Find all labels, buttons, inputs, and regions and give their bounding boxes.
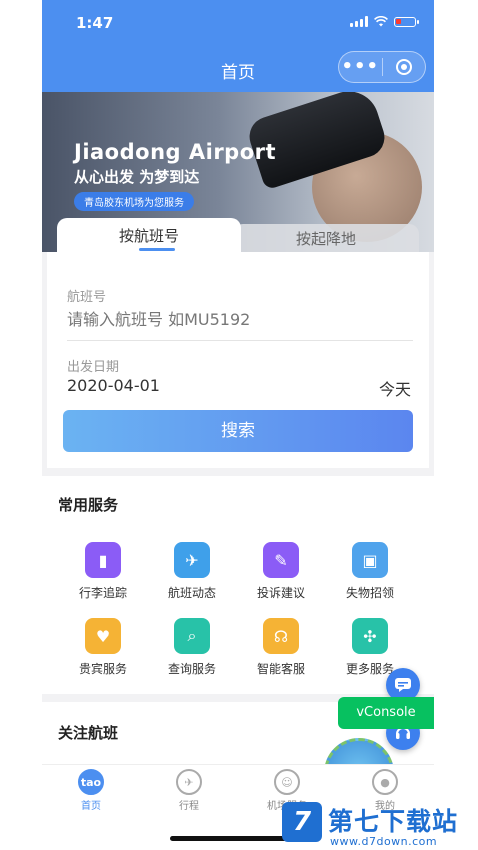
service-label: 贵宾服务 <box>78 662 127 676</box>
common-services-section: 常用服务 ▮ 行李追踪 ✈ 航班动态 ✎ 投诉建议 ▣ 失物招领 ♥ 贵宾服务 ⌕ 查询服务 ☊ 智能客服… <box>42 476 434 694</box>
luggage-icon: ▮ <box>85 542 121 578</box>
mini-program-capsule: ••• <box>338 51 426 83</box>
watermark-title: 第七下载站 <box>328 807 459 836</box>
home-icon: tao <box>78 769 104 795</box>
user-icon: ● <box>372 769 398 795</box>
status-icons <box>350 16 419 27</box>
watermark-url: www.d7down.com <box>330 835 438 848</box>
common-services-title: 常用服务 <box>58 496 119 514</box>
service-label: 投诉建议 <box>256 586 305 600</box>
service-label: 查询服务 <box>167 662 216 676</box>
heart-icon: ♥ <box>85 618 121 654</box>
tab-by-flight-number[interactable]: 按航班号 <box>57 218 241 254</box>
search-tabs: 按起降地 按航班号 <box>47 218 429 254</box>
service-label: 智能客服 <box>256 662 305 676</box>
flight-search-card: 航班号 请输入航班号 如MU5192 出发日期 2020-04-01 今天 搜索 <box>47 252 429 468</box>
edit-icon: ✎ <box>263 542 299 578</box>
watermark-logo: 7 <box>282 802 322 842</box>
wallet-icon: ▣ <box>352 542 388 578</box>
service-wallet[interactable]: ▣ 失物招领 <box>325 542 415 601</box>
service-airplane[interactable]: ✈ 航班动态 <box>147 542 237 601</box>
grid-icon: ✣ <box>352 618 388 654</box>
close-mini-program-icon[interactable] <box>383 59 426 75</box>
watermark: 7 第七下载站 www.d7down.com <box>282 800 478 850</box>
service-headset[interactable]: ☊ 智能客服 <box>236 618 326 677</box>
battery-icon <box>394 16 419 27</box>
service-edit[interactable]: ✎ 投诉建议 <box>236 542 326 601</box>
headset-icon: ☊ <box>263 618 299 654</box>
search-doc-icon: ⌕ <box>174 618 210 654</box>
banner-title: Jiaodong Airport <box>74 140 277 164</box>
more-icon[interactable]: ••• <box>339 52 382 82</box>
tab-by-route[interactable]: 按起降地 <box>233 224 419 254</box>
tab-by-route-label: 按起降地 <box>295 230 356 248</box>
tab-trip-label: 行程 <box>179 801 199 812</box>
service-luggage[interactable]: ▮ 行李追踪 <box>58 542 148 601</box>
tab-by-flight-number-label: 按航班号 <box>118 227 179 245</box>
smile-icon: ☺ <box>274 769 300 795</box>
status-time: 1:47 <box>76 14 114 32</box>
service-label: 航班动态 <box>167 586 216 600</box>
banner-subtitle: 从心出发 为梦到达 <box>74 168 200 186</box>
service-label: 失物招领 <box>345 586 394 600</box>
vconsole-button[interactable]: vConsole <box>338 697 434 729</box>
divider <box>67 340 413 341</box>
departure-date-label: 出发日期 <box>67 360 120 375</box>
today-label: 今天 <box>378 380 411 399</box>
banner-pill: 青岛胶东机场为您服务 <box>74 192 194 211</box>
departure-date-field[interactable]: 2020-04-01 <box>67 376 160 395</box>
flight-number-label: 航班号 <box>67 290 107 305</box>
search-button[interactable]: 搜索 <box>63 410 413 452</box>
status-bar: 1:47 <box>42 0 434 46</box>
nav-bar: 首页 ••• <box>42 46 434 92</box>
tab-active-indicator <box>139 248 175 251</box>
trip-icon: ✈ <box>176 769 202 795</box>
followed-flights-title: 关注航班 <box>58 724 119 742</box>
flight-number-input[interactable]: 请输入航班号 如MU5192 <box>67 306 250 330</box>
signal-icon <box>350 16 368 27</box>
service-search-doc[interactable]: ⌕ 查询服务 <box>147 618 237 677</box>
phone-screen: 1:47 首页 ••• Jiaodong Airport 从心出发 为梦到达 青… <box>42 0 434 850</box>
service-heart[interactable]: ♥ 贵宾服务 <box>58 618 148 677</box>
wifi-icon <box>374 16 388 27</box>
tab-home[interactable]: tao 首页 <box>42 769 140 812</box>
tab-home-label: 首页 <box>81 801 101 812</box>
airplane-icon: ✈ <box>174 542 210 578</box>
tab-trip[interactable]: ✈ 行程 <box>140 769 238 812</box>
service-label: 行李追踪 <box>78 586 127 600</box>
